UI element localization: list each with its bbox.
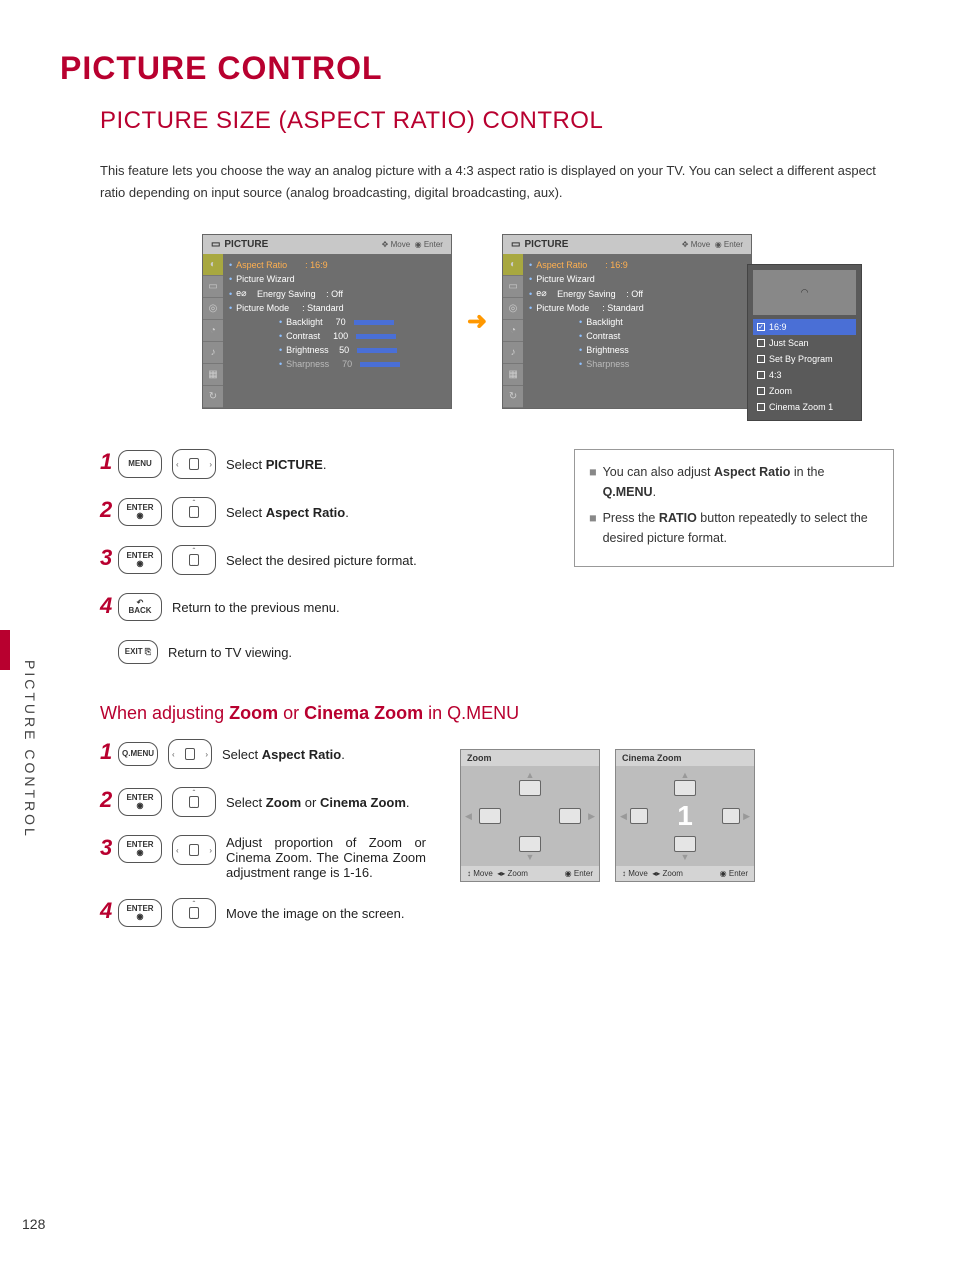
triangle-right-icon: ▶ [588, 811, 595, 822]
tab-icon: ↻ [203, 386, 223, 408]
step-number: 2 [100, 787, 114, 813]
section-title: PICTURE SIZE (ASPECT RATIO) CONTROL [100, 107, 894, 135]
remote-enter-button: ENTER◉ [118, 498, 162, 526]
aspect-ratio-dropdown: ◠ ✓16:9 Just Scan Set By Program 4:3 Zoo… [747, 264, 862, 421]
remote-enter-button: ENTER◉ [118, 788, 162, 816]
steps-primary: 1 MENU ‹› Select PICTURE. 2 ENTER◉ ˆˇ Se… [100, 449, 544, 683]
side-section-label: PICTURE CONTROL [22, 660, 38, 839]
step-text: Select the desired picture format. [226, 553, 417, 568]
step-text: Select Aspect Ratio. [222, 747, 345, 762]
remote-nav-lr: ‹› [172, 449, 216, 479]
osd-after: ▭PICTURE ✥ Move ◉ Enter ◐ ▭ ◎ ◔ ♪ ▦ ↻ •A… [502, 234, 752, 409]
enter-icon: ◉ [715, 240, 722, 249]
tab-icon: ▦ [503, 364, 523, 386]
tab-icon: ◎ [503, 298, 523, 320]
tab-picture-icon: ◐ [203, 254, 223, 276]
zoom-panel: Zoom ▲ ▼ ◀ ▶ ↕ Move ◂▸ Zoom◉ Enter [460, 749, 600, 882]
triangle-down-icon: ▼ [681, 852, 690, 862]
intro-text: This feature lets you choose the way an … [100, 160, 894, 204]
screen-thumb-icon [674, 780, 696, 796]
step-number: 1 [100, 449, 114, 475]
remote-menu-button: MENU [118, 450, 162, 478]
screen-thumb-icon [479, 808, 501, 824]
cinema-zoom-value: 1 [677, 800, 693, 832]
screen-thumb-icon [722, 808, 740, 824]
remote-exit-button: EXIT ⎘ [118, 640, 158, 664]
tab-icon: ▭ [203, 276, 223, 298]
tab-icon: ♪ [203, 342, 223, 364]
move-icon: ✥ [382, 240, 389, 249]
tab-icon: ▦ [203, 364, 223, 386]
remote-enter-button: ENTER◉ [118, 899, 162, 927]
dropdown-option: 4:3 [753, 367, 856, 383]
notes-box: ■You can also adjust Aspect Ratio in the… [574, 449, 894, 567]
remote-qmenu-button: Q.MENU [118, 742, 158, 766]
enter-icon: ◉ [415, 240, 422, 249]
step-number: 1 [100, 739, 114, 765]
remote-nav-lr: ‹› [168, 739, 212, 769]
tab-icon: ▭ [503, 276, 523, 298]
step-text: Select PICTURE. [226, 457, 326, 472]
step-text: Select Aspect Ratio. [226, 505, 349, 520]
tab-icon: ↻ [503, 386, 523, 408]
osd-before: ▭PICTURE ✥ Move ◉ Enter ◐ ▭ ◎ ◔ ♪ ▦ ↻ •A… [202, 234, 452, 409]
steps-zoom: 1 Q.MENU ‹› Select Aspect Ratio. 2 ENTER… [100, 739, 440, 946]
subsection-title: When adjusting Zoom or Cinema Zoom in Q.… [100, 703, 894, 724]
dropdown-option: Just Scan [753, 335, 856, 351]
step-number: 2 [100, 497, 114, 523]
arrow-right-icon: ➜ [467, 307, 487, 336]
step-number: 4 [100, 593, 114, 619]
triangle-down-icon: ▼ [526, 852, 535, 862]
triangle-up-icon: ▲ [526, 770, 535, 780]
screen-thumb-icon [559, 808, 581, 824]
osd-after-wrap: ▭PICTURE ✥ Move ◉ Enter ◐ ▭ ◎ ◔ ♪ ▦ ↻ •A… [502, 234, 752, 409]
remote-nav-ud: ˆˇ [172, 787, 216, 817]
step-number: 4 [100, 898, 114, 924]
step-text: Move the image on the screen. [226, 906, 405, 921]
tab-icon: ◔ [203, 320, 223, 342]
triangle-right-icon: ▶ [743, 811, 750, 822]
tab-picture-icon: ◐ [503, 254, 523, 276]
tab-icon: ◔ [503, 320, 523, 342]
remote-nav-ud: ˆˇ [172, 545, 216, 575]
step-text: Adjust proportion of Zoom or Cinema Zoom… [226, 835, 426, 880]
side-tab [0, 630, 10, 670]
triangle-up-icon: ▲ [681, 770, 690, 780]
page-title: PICTURE CONTROL [60, 50, 894, 87]
osd-screenshots: ▭PICTURE ✥ Move ◉ Enter ◐ ▭ ◎ ◔ ♪ ▦ ↻ •A… [60, 234, 894, 409]
remote-back-button: ↶BACK [118, 593, 162, 621]
dropdown-option: ✓16:9 [753, 319, 856, 335]
step-text: Return to the previous menu. [172, 600, 340, 615]
cinema-zoom-panel: Cinema Zoom ▲ ▼ ◀ ▶ 1 ↕ Move ◂▸ Zoom◉ En… [615, 749, 755, 882]
monitor-icon: ▭ [211, 239, 220, 250]
triangle-left-icon: ◀ [465, 811, 472, 822]
remote-enter-button: ENTER◉ [118, 835, 162, 863]
dropdown-option: Cinema Zoom 1 [753, 399, 856, 415]
bullet-icon: ■ [589, 508, 597, 548]
screen-thumb-icon [519, 780, 541, 796]
step-number: 3 [100, 545, 114, 571]
step-text: Select Zoom or Cinema Zoom. [226, 795, 410, 810]
tab-icon: ◎ [203, 298, 223, 320]
bullet-icon: ■ [589, 462, 597, 502]
dropdown-option: Set By Program [753, 351, 856, 367]
triangle-left-icon: ◀ [620, 811, 627, 822]
monitor-icon: ▭ [511, 239, 520, 250]
remote-nav-ud: ˆˇ [172, 898, 216, 928]
dropdown-preview: ◠ [753, 270, 856, 315]
zoom-screenshots: Zoom ▲ ▼ ◀ ▶ ↕ Move ◂▸ Zoom◉ Enter Cinem… [460, 749, 755, 946]
dropdown-option: Zoom [753, 383, 856, 399]
step-number: 3 [100, 835, 114, 861]
screen-thumb-icon [519, 836, 541, 852]
remote-enter-button: ENTER◉ [118, 546, 162, 574]
screen-thumb-icon [630, 808, 648, 824]
step-text: Return to TV viewing. [168, 645, 292, 660]
move-icon: ✥ [682, 240, 689, 249]
remote-nav-ud: ˆˇ [172, 497, 216, 527]
remote-nav-lr: ‹› [172, 835, 216, 865]
tab-icon: ♪ [503, 342, 523, 364]
page-number: 128 [22, 1216, 45, 1232]
screen-thumb-icon [674, 836, 696, 852]
